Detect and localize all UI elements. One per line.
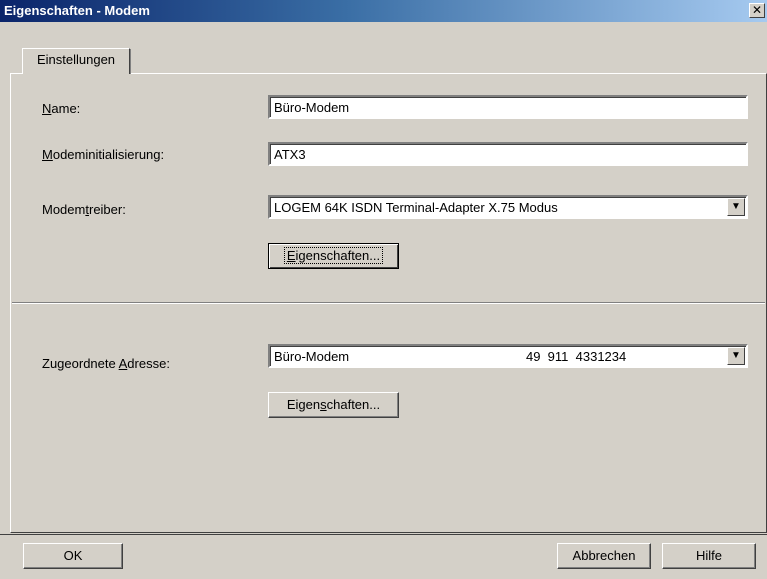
name-label: Name: [42, 101, 81, 116]
driver-label: Modemtreiber: [42, 202, 126, 217]
cancel-button[interactable]: Abbrechen [557, 543, 651, 569]
help-button[interactable]: Hilfe [662, 543, 756, 569]
tab-einstellungen[interactable]: Einstellungen [22, 48, 130, 74]
separator [12, 302, 765, 304]
dropdown-arrow-icon[interactable]: ▼ [727, 198, 745, 216]
window-title: Eigenschaften - Modem [4, 3, 150, 18]
address-label: Zugeordnete Adresse: [42, 356, 170, 371]
title-bar: Eigenschaften - Modem ✕ [0, 0, 767, 22]
modem-properties-dialog: Eigenschaften - Modem ✕ Einstellungen Na… [0, 0, 767, 579]
address-select-number: 49 911 4331234 [526, 349, 627, 364]
close-icon[interactable]: ✕ [749, 3, 765, 18]
init-label: Modeminitialisierung: [42, 147, 165, 162]
address-select-name: Büro-Modem [274, 349, 350, 364]
driver-select-value: LOGEM 64K ISDN Terminal-Adapter X.75 Mod… [274, 200, 558, 215]
address-properties-button[interactable]: Eigenschaften... [268, 392, 399, 418]
name-field[interactable]: Büro-Modem [268, 95, 748, 119]
dropdown-arrow-icon[interactable]: ▼ [727, 347, 745, 365]
init-field[interactable]: ATX3 [268, 142, 748, 166]
driver-select[interactable]: LOGEM 64K ISDN Terminal-Adapter X.75 Mod… [268, 195, 748, 219]
tab-edge [130, 49, 131, 74]
driver-properties-button[interactable]: Eigenschaften... [268, 243, 399, 269]
ok-button[interactable]: OK [23, 543, 123, 569]
address-select[interactable]: Büro-Modem 49 911 4331234 ▼ [268, 344, 748, 368]
dialog-divider [0, 534, 767, 535]
